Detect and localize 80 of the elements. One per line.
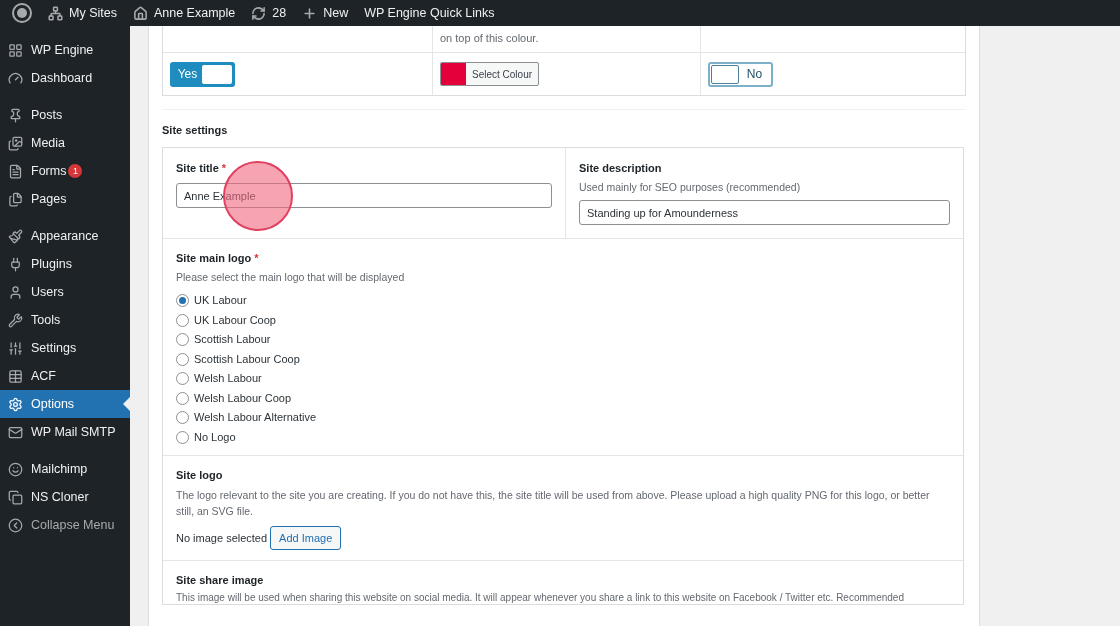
sidebar-item[interactable]: Tools [0,306,130,334]
document-icon [8,163,23,179]
radio-option[interactable]: UK Labour Coop [176,310,276,330]
sidebar-item[interactable]: WP Mail SMTP [0,418,130,446]
help-text: Used mainly for SEO purposes (recommended) [579,181,801,193]
help-text: The logo relevant to the site you are creating. If you do not have this, the site title will be used from above. Please upload a high quality PNG for this logo, or better still, an SVG file. [176,488,931,519]
section-title: Site settings [162,124,228,136]
plug-icon [8,256,23,272]
user-icon [8,284,23,300]
radio-button[interactable] [176,352,189,366]
radio-button[interactable] [176,313,189,327]
radio-option[interactable]: Scottish Labour [176,330,271,350]
wrench-icon [8,312,23,328]
sidebar-item[interactable]: Settings [0,334,130,362]
pin-icon [8,107,23,123]
radio-option[interactable]: UK Labour [176,291,247,311]
toggle-switch[interactable]: No [708,61,773,87]
text-field[interactable]: Anne Example [176,183,552,208]
colour-picker-button[interactable]: Select Colour [440,62,540,86]
radio-button[interactable] [176,333,189,347]
radio-option[interactable]: Welsh Labour [176,369,262,389]
collapse-icon [8,517,23,533]
plus-icon [302,5,318,21]
radio-button[interactable] [176,411,189,425]
face-icon [8,461,23,477]
refresh-icon [251,5,267,21]
radio-option[interactable]: No Logo [176,427,236,447]
radio-button[interactable] [176,372,189,386]
sidebar-item[interactable]: NS Cloner [0,483,130,511]
current-pointer-icon [123,397,130,411]
sidebar-item[interactable]: Mailchimp [0,455,130,483]
help-text: on top of this colour. [440,31,539,46]
sidebar-item[interactable]: Options [0,390,130,418]
table-icon [8,368,23,384]
brush-icon [8,228,23,244]
text-field[interactable]: Standing up for Amounderness [579,200,950,225]
settings-icon [8,396,23,412]
sidebar-item[interactable]: Media [0,129,130,157]
help-text: Please select the main logo that will be displayed [176,271,405,283]
field-label: Site description [579,162,662,174]
field-label: Site share image [176,574,264,586]
radio-button[interactable] [176,294,189,308]
sliders-icon [8,340,23,356]
status-text: No image selected [176,530,268,546]
radio-option[interactable]: Scottish Labour Coop [176,349,300,369]
sidebar-item[interactable]: Forms 1 [0,157,130,185]
grid-icon [8,42,23,58]
field-label: Site main logo * [176,252,259,264]
field-label: Site logo [176,469,223,481]
add-image-button[interactable]: Add Image [270,526,342,550]
sidebar-item[interactable]: Dashboard [0,64,130,92]
radio-option[interactable]: Welsh Labour Coop [176,388,292,408]
home-icon [132,5,148,21]
copy-icon [8,489,23,505]
mail-icon [8,424,23,440]
admin-bar-link[interactable]: My Sites [40,0,125,26]
sidebar-item[interactable]: Collapse Menu [0,511,130,539]
sidebar-item[interactable]: Posts [0,101,130,129]
help-text: This image will be used when sharing this website on social media. It will appear whenever you share a link to this website on Facebook / Twitter etc. Recommended [176,591,905,604]
count-badge: 1 [68,164,83,178]
pages-icon [8,191,23,207]
sites-icon [48,5,63,21]
sidebar-item[interactable]: Pages [0,185,130,213]
toggle-switch[interactable]: Yes [170,61,235,87]
field-label: Site title * [176,162,227,174]
sidebar-item[interactable]: Appearance [0,222,130,250]
admin-bar-link[interactable]: 28 [243,0,295,26]
gauge-icon [8,70,23,86]
wordpress-logo-icon[interactable] [12,3,32,23]
sidebar-item[interactable]: Plugins [0,250,130,278]
sidebar-item[interactable]: WP Engine [0,36,130,64]
admin-bar-link[interactable]: WP Engine Quick Links [356,0,503,26]
admin-bar-link[interactable]: New [294,0,357,26]
radio-button[interactable] [176,391,189,405]
sidebar-item[interactable]: ACF [0,362,130,390]
images-icon [8,135,23,151]
radio-button[interactable] [176,430,189,444]
radio-option[interactable]: Welsh Labour Alternative [176,408,317,428]
sidebar-item[interactable]: Users [0,278,130,306]
admin-bar-link[interactable]: Anne Example [124,0,244,26]
